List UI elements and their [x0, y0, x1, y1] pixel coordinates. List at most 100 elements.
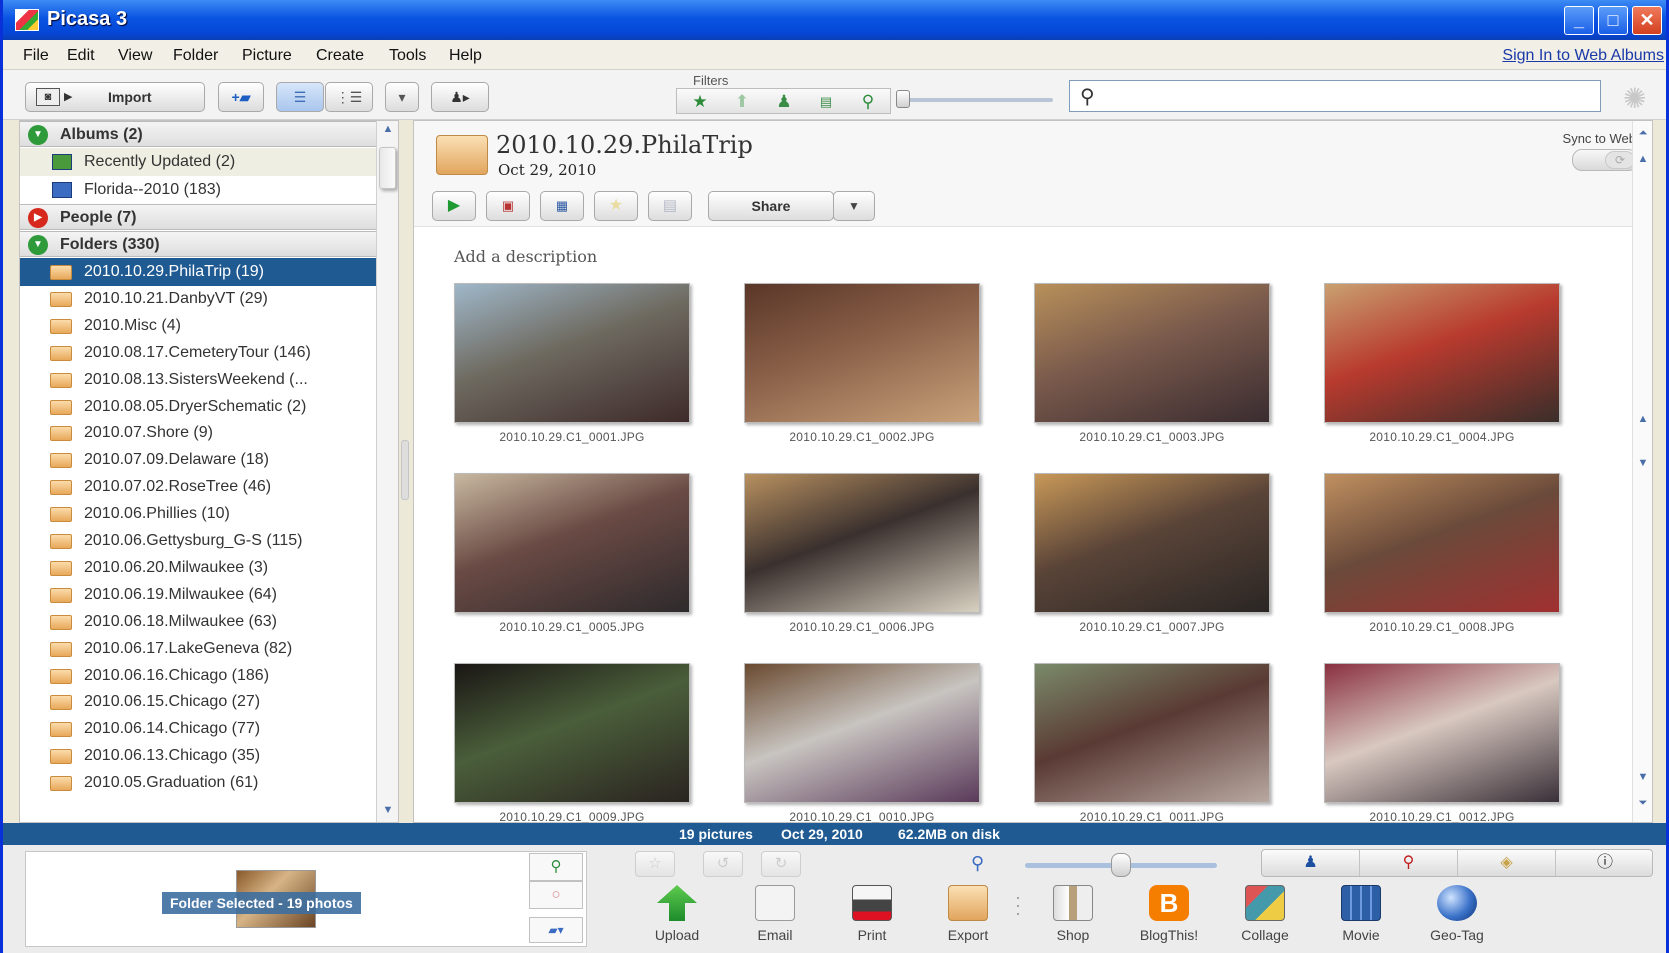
hold-pin-button[interactable]: ⚲: [529, 853, 583, 881]
folder-item[interactable]: 2010.06.14.Chicago (77): [20, 715, 376, 743]
folder-item[interactable]: 2010.07.02.RoseTree (46): [20, 473, 376, 501]
folder-item[interactable]: 2010.Misc (4): [20, 312, 376, 340]
shop-button[interactable]: Shop: [1033, 885, 1113, 951]
folder-item[interactable]: 2010.06.15.Chicago (27): [20, 688, 376, 716]
movie-create-button[interactable]: Movie: [1321, 885, 1401, 951]
menu-file[interactable]: File: [23, 47, 49, 65]
people-section-header[interactable]: ▶ People (7): [20, 204, 376, 230]
add-album-button[interactable]: +▰: [218, 82, 264, 112]
photo-thumbnail[interactable]: [744, 663, 980, 803]
thumbnail-size-handle[interactable]: [1111, 853, 1131, 877]
filter-slider-handle[interactable]: [896, 90, 910, 108]
menu-help[interactable]: Help: [449, 47, 482, 65]
folder-item[interactable]: 2010.07.Shore (9): [20, 419, 376, 447]
menu-edit[interactable]: Edit: [67, 47, 95, 65]
menu-folder[interactable]: Folder: [173, 47, 218, 65]
library-scrollbar[interactable]: ▲ ▼: [376, 121, 398, 822]
album-recently-updated[interactable]: Recently Updated (2): [20, 148, 376, 176]
photo-thumbnail[interactable]: [744, 283, 980, 423]
scroll-down-icon[interactable]: ▼: [380, 804, 396, 822]
folder-item[interactable]: 2010.10.29.PhilaTrip (19): [20, 258, 376, 286]
tree-view-button[interactable]: ⋮☰: [325, 82, 373, 112]
email-button[interactable]: Email: [735, 885, 815, 951]
folder-item[interactable]: 2010.08.13.SistersWeekend (...: [20, 366, 376, 394]
folder-item[interactable]: 2010.10.21.DanbyVT (29): [20, 285, 376, 313]
add-to-album-dropdown[interactable]: ▰▾: [529, 917, 583, 943]
minimize-button[interactable]: _: [1564, 6, 1594, 35]
search-input[interactable]: ⚲: [1069, 80, 1601, 112]
folder-item[interactable]: 2010.06.16.Chicago (186): [20, 662, 376, 690]
save-button[interactable]: ▤: [648, 191, 692, 221]
share-button[interactable]: Share: [708, 191, 834, 221]
print-button[interactable]: Print: [832, 885, 912, 951]
menu-picture[interactable]: Picture: [242, 47, 292, 65]
people-manager-button[interactable]: ♟▸: [431, 82, 489, 112]
photo-thumbnail[interactable]: [454, 283, 690, 423]
scroll-up-icon[interactable]: ▲: [1635, 153, 1651, 171]
star-filter-icon[interactable]: ★: [685, 91, 715, 113]
scroll-bottom-icon[interactable]: ⏷: [1635, 797, 1651, 815]
photo-thumbnail[interactable]: [454, 663, 690, 803]
photo-thumbnail[interactable]: [744, 473, 980, 613]
info-tab[interactable]: ⓘ: [1556, 850, 1654, 876]
photo-thumbnail[interactable]: [1034, 663, 1270, 803]
slideshow-button[interactable]: ▶: [432, 191, 476, 221]
expand-toggle-icon[interactable]: ▼: [28, 235, 48, 255]
tags-tab[interactable]: ◈: [1458, 850, 1556, 876]
collapse-toggle-icon[interactable]: ▶: [28, 208, 48, 228]
upload-button[interactable]: Upload: [637, 885, 717, 951]
expand-toggle-icon[interactable]: ▼: [28, 125, 48, 145]
scroll-top-icon[interactable]: ⏶: [1635, 127, 1651, 145]
geotag-button[interactable]: Geo-Tag: [1417, 885, 1497, 951]
geotag-filter-icon[interactable]: ⚲: [853, 91, 883, 113]
folders-section-header[interactable]: ▼ Folders (330): [20, 231, 376, 257]
album-florida[interactable]: Florida--2010 (183): [20, 176, 376, 204]
folder-item[interactable]: 2010.06.13.Chicago (35): [20, 742, 376, 770]
sign-in-web-albums-link[interactable]: Sign In to Web Albums: [1502, 47, 1664, 65]
folder-item[interactable]: 2010.06.19.Milwaukee (64): [20, 581, 376, 609]
folder-item[interactable]: 2010.06.Gettysburg_G-S (115): [20, 527, 376, 555]
menu-tools[interactable]: Tools: [389, 47, 426, 65]
filter-slider-track[interactable]: [901, 98, 1053, 102]
photo-thumbnail[interactable]: [1324, 663, 1560, 803]
folder-item[interactable]: 2010.06.18.Milwaukee (63): [20, 608, 376, 636]
scroll-thumb[interactable]: [379, 147, 396, 189]
folder-item[interactable]: 2010.06.20.Milwaukee (3): [20, 554, 376, 582]
rotate-left-button[interactable]: ↺: [703, 851, 743, 877]
places-tab[interactable]: ⚲: [1360, 850, 1458, 876]
title-bar[interactable]: Picasa 3 _ □ ✕: [3, 0, 1666, 40]
photo-thumbnail[interactable]: [454, 473, 690, 613]
rotate-right-button[interactable]: ↻: [761, 851, 801, 877]
albums-section-header[interactable]: ▼ Albums (2): [20, 121, 376, 147]
face-filter-icon[interactable]: ♟: [769, 91, 799, 113]
export-button[interactable]: Export: [928, 885, 1008, 951]
add-description-field[interactable]: Add a description: [454, 247, 597, 266]
scroll-up-icon[interactable]: ▲: [380, 123, 396, 141]
tray-star-button[interactable]: ☆: [635, 851, 675, 877]
import-button[interactable]: ◙ ▶ Import: [25, 82, 205, 112]
photo-thumbnail[interactable]: [1034, 283, 1270, 423]
collage-button[interactable]: ▣: [486, 191, 530, 221]
upload-filter-icon[interactable]: ⬆: [727, 91, 757, 113]
photo-thumbnail[interactable]: [1034, 473, 1270, 613]
people-tab[interactable]: ♟: [1262, 850, 1360, 876]
scroll-down-icon[interactable]: ▼: [1635, 771, 1651, 789]
tray-selection-area[interactable]: Folder Selected - 19 photos: [25, 851, 587, 947]
page-down-icon[interactable]: ▼: [1635, 457, 1651, 475]
collage-create-button[interactable]: Collage: [1225, 885, 1305, 951]
panel-splitter[interactable]: [401, 440, 409, 500]
page-up-icon[interactable]: ▲: [1635, 413, 1651, 431]
menu-create[interactable]: Create: [316, 47, 364, 65]
folder-item[interactable]: 2010.07.09.Delaware (18): [20, 446, 376, 474]
blogthis-button[interactable]: B BlogThis!: [1129, 885, 1209, 951]
maximize-button[interactable]: □: [1598, 6, 1628, 35]
folder-item[interactable]: 2010.06.Phillies (10): [20, 500, 376, 528]
folder-view-scrollbar[interactable]: ⏶ ▲ ▲ ▼ ▼ ⏷: [1632, 121, 1652, 822]
star-button[interactable]: ★: [594, 191, 638, 221]
folder-item[interactable]: 2010.08.05.DryerSchematic (2): [20, 393, 376, 421]
view-dropdown-button[interactable]: ▾: [385, 82, 419, 112]
folder-item[interactable]: 2010.08.17.CemeteryTour (146): [20, 339, 376, 367]
movie-filter-icon[interactable]: ▤: [811, 91, 841, 113]
folder-title[interactable]: 2010.10.29.PhilaTrip: [496, 131, 753, 159]
share-dropdown-button[interactable]: ▼: [833, 191, 875, 221]
